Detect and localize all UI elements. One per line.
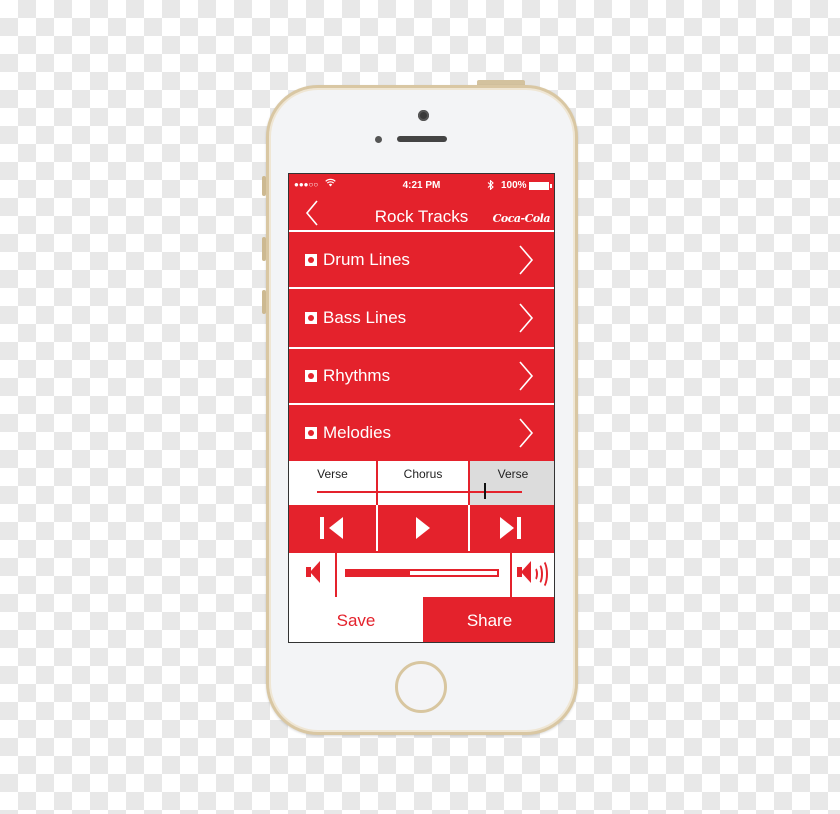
- track-row-bass-lines[interactable]: Bass Lines: [289, 289, 554, 347]
- skip-forward-button[interactable]: [470, 505, 554, 551]
- navigation-bar: Rock Tracks Coca-Cola: [289, 198, 554, 230]
- divider: [289, 551, 554, 553]
- track-row-drum-lines[interactable]: Drum Lines: [289, 232, 554, 287]
- playhead[interactable]: [484, 483, 487, 499]
- home-button[interactable]: [395, 661, 447, 713]
- section-verse-2[interactable]: Verse: [470, 461, 554, 505]
- battery-percentage: 100%: [501, 180, 527, 191]
- proximity-sensor: [375, 136, 382, 143]
- song-sections: Verse Chorus Verse: [289, 461, 554, 505]
- status-bar: ●●●○○ 4:21 PM 100%: [289, 174, 554, 198]
- mute-switch: [262, 176, 266, 196]
- share-button[interactable]: Share: [423, 597, 554, 642]
- section-chorus[interactable]: Chorus: [378, 461, 468, 505]
- bluetooth-icon: [487, 179, 494, 193]
- save-button[interactable]: Save: [289, 597, 423, 642]
- chevron-right-icon: [519, 361, 534, 391]
- track-icon: [305, 312, 317, 324]
- action-bar: Save Share: [289, 597, 554, 642]
- track-label: Drum Lines: [323, 249, 410, 269]
- chevron-right-icon: [519, 303, 534, 333]
- track-icon: [305, 253, 317, 266]
- volume-up-button: [262, 237, 266, 261]
- section-verse-1[interactable]: Verse: [289, 461, 376, 505]
- section-label: Verse: [497, 467, 529, 481]
- transport-controls: [289, 505, 554, 551]
- skip-back-button[interactable]: [289, 505, 376, 551]
- section-label: Chorus: [403, 467, 443, 481]
- app-screen: ●●●○○ 4:21 PM 100% Rock Tracks Coca-Cola…: [288, 173, 555, 643]
- coca-cola-logo: Coca-Cola: [492, 212, 551, 225]
- track-label: Melodies: [323, 423, 392, 442]
- earpiece-speaker: [397, 136, 447, 142]
- volume-slider[interactable]: [345, 569, 499, 577]
- timeline-track[interactable]: [317, 491, 522, 493]
- volume-down-button: [262, 290, 266, 314]
- track-row-melodies[interactable]: Melodies: [289, 405, 554, 461]
- chevron-right-icon: [519, 245, 534, 275]
- divider: [335, 551, 337, 597]
- section-label: Verse: [317, 467, 348, 481]
- track-row-rhythms[interactable]: Rhythms: [289, 349, 554, 403]
- track-icon: [305, 427, 317, 439]
- front-camera: [418, 110, 429, 121]
- play-icon: [416, 517, 430, 539]
- volume-slider-fill: [347, 571, 410, 575]
- chevron-right-icon: [519, 418, 534, 448]
- volume-control: [289, 551, 554, 597]
- divider: [510, 551, 512, 597]
- battery-icon: [529, 182, 552, 190]
- play-button[interactable]: [378, 505, 468, 551]
- track-icon: [305, 370, 317, 382]
- track-label: Rhythms: [323, 366, 391, 385]
- track-label: Bass Lines: [323, 308, 407, 327]
